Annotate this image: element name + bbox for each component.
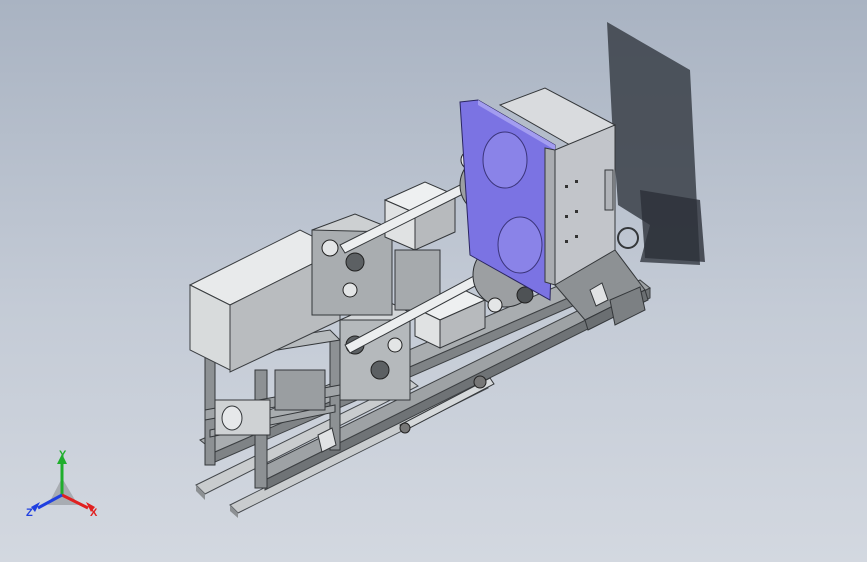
triad-y-label: Y	[59, 449, 67, 461]
view-orientation-triad[interactable]: Y X Z	[26, 449, 98, 519]
triad-z-label: Z	[26, 507, 33, 519]
machine-assembly-model[interactable]: Y X Z	[0, 0, 867, 562]
triad-x-label: X	[90, 507, 98, 519]
cad-3d-viewport[interactable]: Y X Z	[0, 0, 867, 562]
model-shadow	[607, 22, 705, 265]
